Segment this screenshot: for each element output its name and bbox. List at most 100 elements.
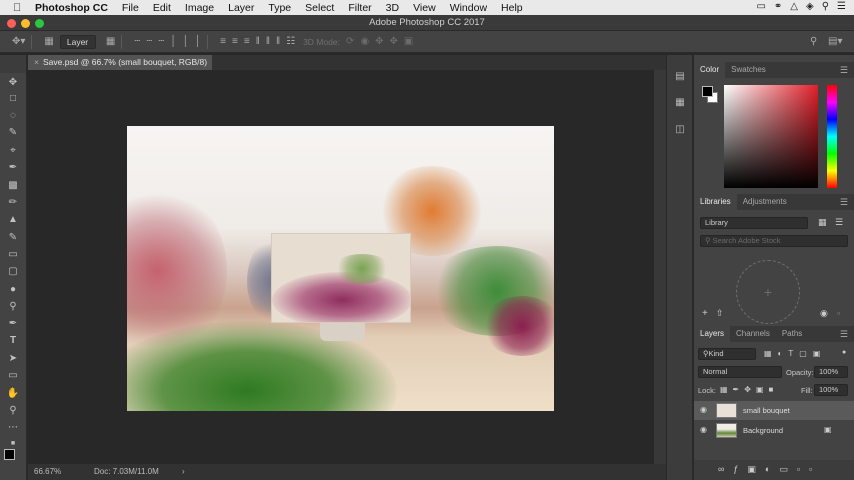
more-tools-icon[interactable]: ⋯ xyxy=(4,421,22,435)
tab-color[interactable]: Color xyxy=(694,62,726,78)
path-selection-tool-icon[interactable]: ➤ xyxy=(4,352,22,366)
library-dropdown[interactable]: Library xyxy=(700,217,808,229)
crop-tool-icon[interactable]: ⌖ xyxy=(4,144,22,158)
quick-select-tool-icon[interactable]: ✎ xyxy=(4,126,22,140)
menu-layer[interactable]: Layer xyxy=(228,2,254,14)
tab-channels[interactable]: Channels xyxy=(730,326,776,342)
layer-row-background[interactable]: ◉ Background ▣ xyxy=(694,421,854,440)
menu-window[interactable]: Window xyxy=(450,2,487,14)
zoom-level[interactable]: 66.67% xyxy=(34,464,61,480)
align-right-icon[interactable]: │ xyxy=(195,36,201,47)
display-icon[interactable]: ▭ xyxy=(756,1,765,12)
menu-edit[interactable]: Edit xyxy=(153,2,171,14)
tab-paths[interactable]: Paths xyxy=(776,326,808,342)
stock-search-input[interactable]: ⚲ Search Adobe Stock xyxy=(700,235,848,247)
panel-menu-icon[interactable]: ☰ xyxy=(840,197,848,208)
list-view-icon[interactable]: ☰ xyxy=(835,217,843,228)
transform-controls-icon[interactable]: ▦ xyxy=(106,36,115,47)
lasso-tool-icon[interactable]: ◌ xyxy=(4,109,22,123)
menu-file[interactable]: File xyxy=(122,2,139,14)
history-brush-tool-icon[interactable]: ✎ xyxy=(4,231,22,245)
menu-select[interactable]: Select xyxy=(305,2,334,14)
add-to-library-drop-zone[interactable]: + xyxy=(736,260,800,324)
distribute-top-icon[interactable]: ≡ xyxy=(220,36,226,47)
app-menu[interactable]: Photoshop CC xyxy=(35,2,108,14)
apple-menu-icon[interactable]:  xyxy=(13,2,25,14)
history-panel-icon[interactable]: ▤ xyxy=(674,71,686,83)
distribute-left-icon[interactable]: ‖ xyxy=(256,36,260,47)
search-icon[interactable]: ⚲ xyxy=(810,36,817,47)
zoom-tool-icon[interactable]: ⚲ xyxy=(4,404,22,418)
tab-adjustments[interactable]: Adjustments xyxy=(737,194,793,210)
pen-tool-icon[interactable]: ✒ xyxy=(4,317,22,331)
wifi-icon[interactable]: ◈ xyxy=(806,1,814,12)
color-spectrum-field[interactable] xyxy=(724,85,818,188)
blend-mode-dropdown[interactable]: Normal xyxy=(698,366,782,378)
spotlight-icon[interactable]: ⚲ xyxy=(822,1,829,12)
eye-icon[interactable]: ◉ xyxy=(700,405,707,414)
menu-image[interactable]: Image xyxy=(185,2,214,14)
auto-select-dropdown[interactable]: Layer xyxy=(59,34,96,49)
tools-header[interactable] xyxy=(0,55,27,73)
panel-menu-icon[interactable]: ☰ xyxy=(840,65,848,76)
filter-toggle-icon[interactable]: ● xyxy=(842,349,846,356)
lock-icons[interactable]: ▦✒✥▣■ xyxy=(720,385,778,394)
tab-libraries[interactable]: Libraries xyxy=(694,194,737,210)
menu-view[interactable]: View xyxy=(413,2,436,14)
minimize-window-button[interactable] xyxy=(21,19,30,28)
layer-filter-icons[interactable]: ▦◐T▢▣ xyxy=(764,349,826,358)
tab-swatches[interactable]: Swatches xyxy=(725,62,772,78)
panel-menu-icon[interactable]: ☰ xyxy=(840,329,848,340)
align-top-icon[interactable]: ┄ xyxy=(134,36,140,47)
layer-row-small-bouquet[interactable]: ◉ small bouquet xyxy=(694,401,854,420)
hand-tool-icon[interactable]: ✋ xyxy=(4,387,22,401)
layer-filter-dropdown[interactable]: ⚲Kind xyxy=(698,348,756,360)
layer-name[interactable]: Background xyxy=(743,426,783,435)
eyedropper-tool-icon[interactable]: ✒ xyxy=(4,161,22,175)
canvas-area[interactable] xyxy=(28,70,654,464)
menu-filter[interactable]: Filter xyxy=(348,2,371,14)
layer-name[interactable]: small bouquet xyxy=(743,406,790,415)
upload-icon[interactable]: ⇧ xyxy=(716,308,724,319)
delete-icon[interactable]: ▫ xyxy=(837,308,840,318)
align-bottom-icon[interactable]: ┄ xyxy=(158,36,164,47)
menu-type[interactable]: Type xyxy=(268,2,291,14)
creative-cloud-icon[interactable]: ⚭ xyxy=(774,1,782,12)
auto-align-icon[interactable]: ☷ xyxy=(286,36,295,47)
brush-tool-icon[interactable]: ✏ xyxy=(4,196,22,210)
gradient-tool-icon[interactable]: ▢ xyxy=(4,265,22,279)
distribute-hcenter-icon[interactable]: ‖ xyxy=(266,36,270,47)
small-bouquet-layer[interactable] xyxy=(271,233,411,323)
document-canvas[interactable] xyxy=(127,126,554,411)
add-content-icon[interactable]: + xyxy=(702,308,708,319)
eraser-tool-icon[interactable]: ▭ xyxy=(4,248,22,262)
rectangle-tool-icon[interactable]: ▭ xyxy=(4,369,22,383)
close-window-button[interactable] xyxy=(7,19,16,28)
hue-slider[interactable] xyxy=(827,85,837,188)
move-tool-icon[interactable]: ✥ xyxy=(4,76,22,90)
healing-brush-tool-icon[interactable]: ▩ xyxy=(4,179,22,193)
align-left-icon[interactable]: │ xyxy=(170,36,176,47)
distribute-vcenter-icon[interactable]: ≡ xyxy=(232,36,238,47)
menu-help[interactable]: Help xyxy=(501,2,523,14)
close-tab-icon[interactable]: × xyxy=(34,57,39,67)
align-vcenter-icon[interactable]: ┄ xyxy=(146,36,152,47)
opacity-field[interactable]: 100% xyxy=(814,366,848,378)
move-tool-preset-icon[interactable]: ✥▾ xyxy=(12,36,25,47)
zoom-window-button[interactable] xyxy=(35,19,44,28)
marquee-tool-icon[interactable]: □ xyxy=(4,92,22,106)
clone-stamp-tool-icon[interactable]: ▲ xyxy=(4,213,22,227)
align-hcenter-icon[interactable]: │ xyxy=(183,36,189,47)
sync-icon[interactable]: ◉ xyxy=(820,308,828,319)
eye-icon[interactable]: ◉ xyxy=(700,425,707,434)
status-menu-arrow-icon[interactable]: › xyxy=(182,464,185,480)
vertical-scrollbar[interactable] xyxy=(654,70,666,464)
dodge-tool-icon[interactable]: ⚲ xyxy=(4,300,22,314)
blur-tool-icon[interactable]: ● xyxy=(4,283,22,297)
notification-center-icon[interactable]: ☰ xyxy=(837,1,846,12)
tab-layers[interactable]: Layers xyxy=(694,326,731,342)
airplay-icon[interactable]: △ xyxy=(790,1,798,12)
color-foreground-swatch[interactable] xyxy=(702,86,713,97)
auto-select-icon[interactable]: ▦ xyxy=(44,36,53,47)
type-tool-icon[interactable]: T xyxy=(4,334,22,348)
